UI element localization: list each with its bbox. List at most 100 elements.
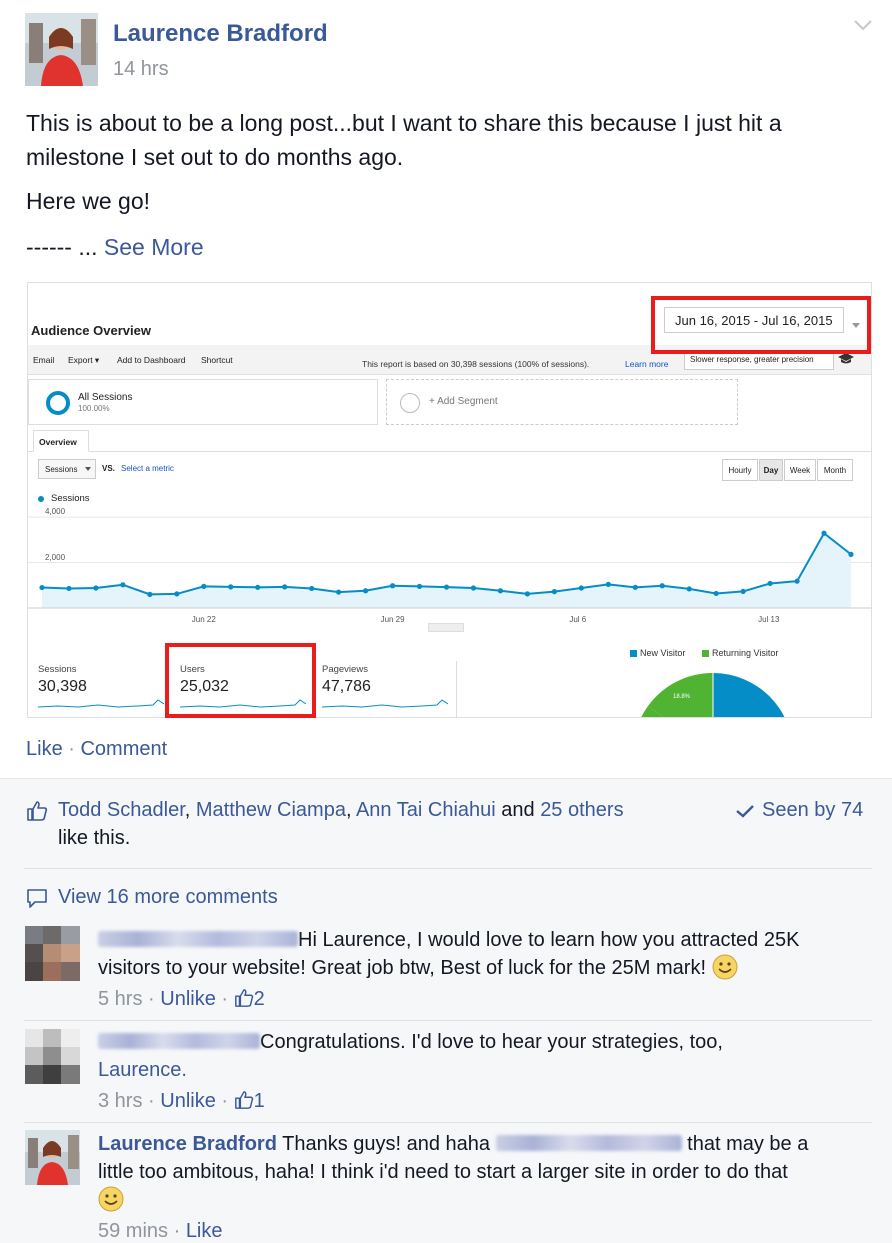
- chart-collapse-handle: [428, 623, 464, 632]
- comment-like-count: 1: [253, 1090, 265, 1112]
- scorecard-value: 30,398: [38, 678, 87, 695]
- smiley-icon: [98, 1186, 124, 1212]
- data-point: [848, 551, 854, 557]
- author-avatar[interactable]: [25, 13, 98, 86]
- data-point: [551, 589, 557, 595]
- scorecard-sparkline: [38, 699, 164, 708]
- data-point: [147, 591, 153, 597]
- data-point: [120, 582, 126, 588]
- x-tick-label: Jun 29: [380, 615, 405, 624]
- ga-segment-pct: 100.00%: [78, 404, 110, 413]
- comment-likes[interactable]: 2: [234, 988, 265, 1010]
- chevron-down-icon[interactable]: [850, 12, 876, 38]
- comment-text: Congratulations. I'd love to hear your s…: [98, 1028, 868, 1084]
- data-point: [578, 585, 584, 591]
- ga-tab-line: [28, 451, 871, 452]
- unlike-link[interactable]: Unlike: [160, 988, 216, 1010]
- new-visitor-swatch-icon: [630, 650, 637, 657]
- divider: [24, 1122, 872, 1123]
- commenter-avatar[interactable]: [25, 1029, 80, 1084]
- ga-select-metric: Select a metric: [121, 464, 174, 473]
- like-link[interactable]: Like: [26, 738, 63, 760]
- liker-name[interactable]: Ann Tai Chiahui: [356, 799, 496, 821]
- view-more-comments-link[interactable]: View 16 more comments: [58, 886, 278, 909]
- ga-learn-more: Learn more: [625, 359, 669, 369]
- see-more-link[interactable]: See More: [104, 234, 204, 260]
- data-point: [39, 584, 45, 591]
- like-link[interactable]: Like: [186, 1220, 223, 1242]
- ga-title: Audience Overview: [31, 323, 151, 338]
- liker-name[interactable]: Todd Schadler: [58, 799, 185, 821]
- data-point: [713, 590, 719, 597]
- data-point: [416, 583, 423, 590]
- data-point: [524, 591, 530, 597]
- divider: [24, 868, 872, 869]
- data-point: [309, 585, 315, 592]
- comment-author-link[interactable]: Laurence Bradford: [98, 1133, 277, 1155]
- ga-metric-dropdown: Sessions: [38, 459, 96, 479]
- thumbs-up-icon: [26, 800, 48, 822]
- data-point: [282, 584, 288, 590]
- x-tick-label: Jun 22: [191, 615, 216, 624]
- legend-dot-icon: [38, 496, 44, 502]
- author-name[interactable]: Laurence Bradford: [113, 20, 328, 48]
- blurred-mention: [495, 1135, 682, 1151]
- data-point: [605, 581, 611, 587]
- seen-by-link[interactable]: Seen by 74: [762, 799, 863, 822]
- ga-granularity-week: Week: [784, 459, 816, 481]
- ga-granularity-month: Month: [817, 459, 853, 481]
- comment-meta: 3 hrs · Unlike · 1: [98, 1090, 265, 1112]
- data-point: [632, 584, 638, 590]
- data-point: [443, 584, 450, 590]
- ga-toolbar-dashboard: Add to Dashboard: [117, 355, 186, 365]
- chart-legend-sessions: Sessions: [51, 493, 90, 504]
- data-point: [336, 589, 342, 595]
- ga-add-segment: + Add Segment: [429, 396, 498, 407]
- series-area: [42, 533, 851, 608]
- comment-line: Hi Laurence, I would love to learn how y…: [298, 929, 800, 951]
- checkmark-icon: [735, 803, 755, 824]
- likes-others-link[interactable]: 25 others: [540, 799, 623, 821]
- post-timestamp[interactable]: 14 hrs: [113, 58, 169, 81]
- data-point: [389, 583, 396, 589]
- segment-ring-icon: [46, 391, 70, 415]
- likes-summary: Todd Schadler, Matthew Ciampa, Ann Tai C…: [58, 799, 624, 821]
- data-point: [66, 585, 72, 592]
- unlike-link[interactable]: Unlike: [160, 1090, 216, 1112]
- sessions-line-chart: [28, 516, 871, 609]
- data-point: [686, 586, 692, 592]
- ga-metric-label: Sessions: [45, 465, 78, 474]
- comment-time[interactable]: 3 hrs: [98, 1090, 142, 1112]
- comment-line: Congratulations. I'd love to hear your s…: [260, 1031, 723, 1053]
- data-point: [363, 588, 369, 594]
- pie-legend-new: New Visitor: [640, 648, 686, 658]
- post-text-line: milestone I set out to do months ago.: [26, 144, 404, 170]
- ga-granularity-hourly: Hourly: [722, 459, 758, 481]
- commenter-avatar[interactable]: [25, 1130, 80, 1185]
- post-actions: Like · Comment: [26, 738, 167, 761]
- ga-vs: VS.: [102, 464, 115, 473]
- mentioned-name-link[interactable]: Laurence.: [98, 1059, 187, 1081]
- data-point: [821, 530, 827, 536]
- data-point: [93, 585, 99, 591]
- comment-link[interactable]: Comment: [80, 738, 167, 760]
- comment-meta: 5 hrs · Unlike · 2: [98, 988, 265, 1010]
- comment-time[interactable]: 59 mins: [98, 1220, 168, 1242]
- comment-text: Hi Laurence, I would love to learn how y…: [98, 926, 868, 982]
- scorecard-label: Pageviews: [322, 664, 368, 675]
- comment-line: visitors to your website! Great job btw,…: [98, 957, 707, 979]
- ga-report-note: This report is based on 30,398 sessions …: [362, 359, 590, 369]
- scorecard-sparkline: [322, 699, 448, 708]
- blurred-commenter-name: [98, 931, 298, 947]
- comment-time[interactable]: 5 hrs: [98, 988, 142, 1010]
- ga-tab-overview: Overview: [33, 430, 89, 452]
- action-separator: ·: [62, 738, 81, 760]
- graduation-cap-icon: [838, 353, 854, 367]
- speech-bubble-icon: [26, 887, 48, 914]
- post-text-line: Here we go!: [26, 188, 151, 214]
- post-text-line: ------ ... See More: [26, 230, 204, 264]
- liker-name[interactable]: Matthew Ciampa: [196, 799, 346, 821]
- comment-likes[interactable]: 1: [234, 1090, 265, 1112]
- commenter-avatar[interactable]: [25, 926, 80, 981]
- data-point: [497, 588, 504, 594]
